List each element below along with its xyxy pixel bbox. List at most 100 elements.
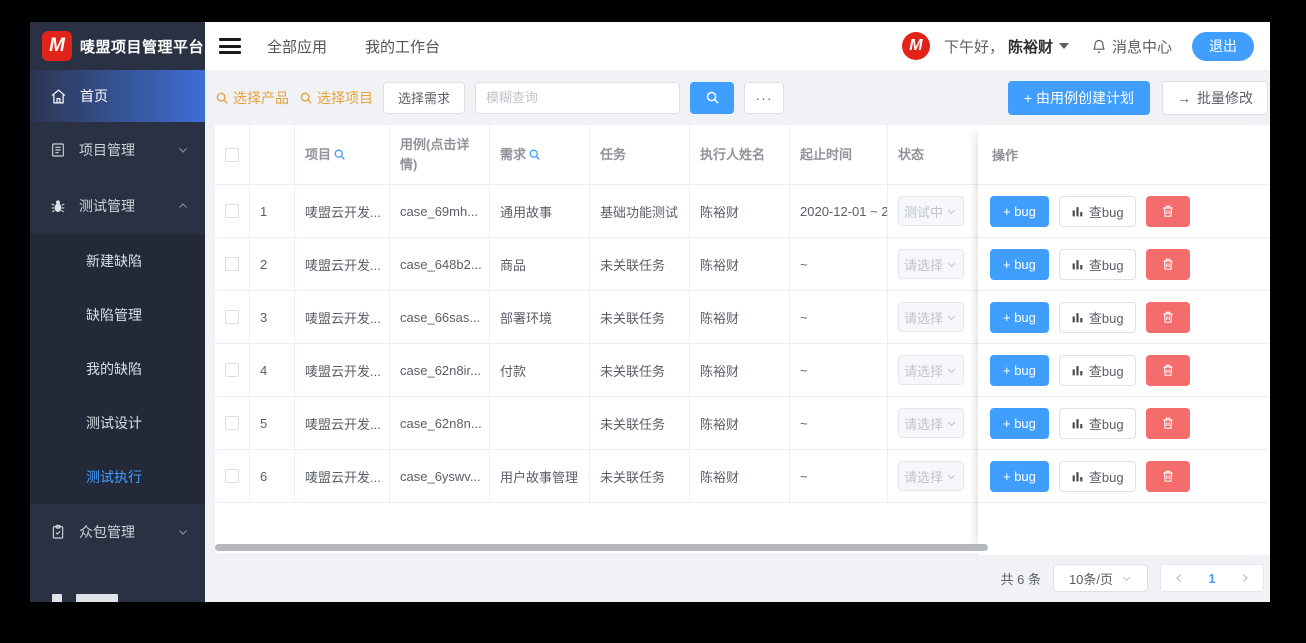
select-product-link[interactable]: 选择产品 — [215, 88, 289, 108]
row-index: 4 — [250, 344, 295, 396]
status-select[interactable]: 请选择 — [898, 461, 964, 491]
search-icon[interactable] — [333, 148, 346, 161]
status-select[interactable]: 请选择 — [898, 408, 964, 438]
row-checkbox[interactable] — [225, 469, 239, 483]
add-bug-button[interactable]: + bug — [990, 354, 1049, 386]
status-select[interactable]: 请选择 — [898, 302, 964, 332]
page-number[interactable]: 1 — [1208, 571, 1215, 586]
pager: 1 — [1160, 564, 1264, 592]
select-all-checkbox[interactable] — [225, 147, 239, 162]
trash-icon — [1162, 258, 1173, 270]
status-select[interactable]: 测试中 — [898, 196, 964, 226]
delete-button[interactable] — [1145, 354, 1190, 386]
select-project-link[interactable]: 选择项目 — [299, 88, 373, 108]
search-icon[interactable] — [528, 148, 541, 161]
row-checkbox[interactable] — [225, 204, 239, 218]
chevron-left-icon — [1175, 574, 1181, 582]
delete-button[interactable] — [1145, 301, 1190, 333]
usecase-cell[interactable]: case_69mh... — [390, 185, 490, 237]
status-select[interactable]: 请选择 — [898, 355, 964, 385]
usecase-cell[interactable]: case_6yswv... — [390, 450, 490, 502]
sidebar-item-defect-mgmt[interactable]: 缺陷管理 — [30, 288, 205, 342]
usecase-header: 用例(点击详情) — [390, 125, 490, 184]
view-bug-button[interactable]: 查bug — [1058, 248, 1136, 280]
sidebar-item-partial[interactable] — [30, 594, 205, 602]
sidebar-item-crowd-mgmt[interactable]: 众包管理 — [30, 504, 205, 560]
add-bug-button[interactable]: + bug — [990, 301, 1049, 333]
view-bug-button[interactable]: 查bug — [1058, 460, 1136, 492]
sidebar-item-label: 项目管理 — [79, 142, 135, 158]
header: M 唛盟项目管理平台 全部应用 我的工作台 M 下午好， 陈裕财 消息中心 退出 — [30, 22, 1270, 70]
add-bug-button[interactable]: + bug — [990, 460, 1049, 492]
index-header — [250, 125, 295, 184]
row-checkbox[interactable] — [225, 310, 239, 324]
sidebar-item-new-defect[interactable]: 新建缺陷 — [30, 234, 205, 288]
usecase-cell[interactable]: case_648b2... — [390, 238, 490, 290]
sidebar-item-project-mgmt[interactable]: 项目管理 — [30, 122, 205, 178]
requirement-cell — [490, 397, 590, 449]
view-bug-button[interactable]: 查bug — [1058, 195, 1136, 227]
page-size-select[interactable]: 10条/页 — [1053, 564, 1148, 592]
view-bug-label: 查bug — [1088, 257, 1124, 273]
project-cell: 唛盟云开发... — [295, 450, 390, 502]
add-bug-button[interactable]: + bug — [990, 195, 1049, 227]
create-plan-button[interactable]: + 由用例创建计划 — [1007, 80, 1150, 115]
task-cell: 基础功能测试 — [590, 185, 690, 237]
sidebar-item-test-mgmt[interactable]: 测试管理 — [30, 178, 205, 234]
row-checkbox[interactable] — [225, 257, 239, 271]
greeting-text: 下午好， — [943, 38, 1004, 56]
status-value: 请选择 — [904, 363, 944, 379]
prev-page-button[interactable] — [1173, 572, 1185, 584]
operations-row: + bug 查bug — [978, 397, 1270, 450]
page-size-value: 10条/页 — [1068, 571, 1114, 587]
caret-down-icon — [1058, 43, 1069, 49]
task-cell: 未关联任务 — [590, 344, 690, 396]
usecase-cell[interactable]: case_66sas... — [390, 291, 490, 343]
delete-button[interactable] — [1145, 460, 1190, 492]
trash-icon — [1162, 364, 1173, 376]
operations-row: + bug 查bug — [978, 450, 1270, 503]
pagination-bar: 共 6 条 10条/页 1 — [205, 555, 1270, 601]
user-name: 陈裕财 — [1007, 38, 1053, 56]
chevron-down-icon — [179, 148, 187, 153]
status-value: 请选择 — [904, 469, 944, 485]
view-bug-button[interactable]: 查bug — [1058, 301, 1136, 333]
usecase-cell[interactable]: case_62n8ir... — [390, 344, 490, 396]
usecase-cell[interactable]: case_62n8n... — [390, 397, 490, 449]
horizontal-scrollbar[interactable] — [215, 544, 988, 551]
user-greeting[interactable]: 下午好， 陈裕财 — [944, 36, 1069, 57]
view-bug-button[interactable]: 查bug — [1058, 354, 1136, 386]
filter-toolbar: 选择产品 选择项目 选择需求 ··· + 由用例创建计划 → 批量修改 — [205, 70, 1270, 125]
trash-icon — [1162, 470, 1173, 482]
project-cell: 唛盟云开发... — [295, 397, 390, 449]
sidebar-item-my-defects[interactable]: 我的缺陷 — [30, 342, 205, 396]
sidebar-item-home[interactable]: 首页 — [30, 70, 205, 122]
message-center[interactable]: 消息中心 — [1091, 36, 1172, 57]
sidebar-item-test-execution[interactable]: 测试执行 — [30, 450, 205, 504]
sidebar-item-test-design[interactable]: 测试设计 — [30, 396, 205, 450]
select-requirement-button[interactable]: 选择需求 — [383, 81, 466, 114]
fuzzy-search-input[interactable] — [475, 81, 681, 114]
row-checkbox[interactable] — [225, 416, 239, 430]
view-bug-label: 查bug — [1088, 363, 1124, 379]
brand-title: 唛盟项目管理平台 — [80, 38, 205, 56]
delete-button[interactable] — [1145, 407, 1190, 439]
batch-edit-button[interactable]: → 批量修改 — [1162, 80, 1268, 115]
delete-button[interactable] — [1145, 195, 1190, 227]
nav-my-workspace[interactable]: 我的工作台 — [365, 36, 440, 57]
more-filters-button[interactable]: ··· — [744, 81, 785, 114]
status-select[interactable]: 请选择 — [898, 249, 964, 279]
add-bug-button[interactable]: + bug — [990, 407, 1049, 439]
avatar[interactable]: M — [901, 32, 930, 60]
operations-row: + bug 查bug — [978, 344, 1270, 397]
next-page-button[interactable] — [1239, 572, 1251, 584]
row-checkbox[interactable] — [225, 363, 239, 377]
view-bug-button[interactable]: 查bug — [1058, 407, 1136, 439]
add-bug-button[interactable]: + bug — [990, 248, 1049, 280]
hamburger-icon[interactable] — [219, 38, 241, 54]
bar-chart-icon — [1072, 206, 1083, 216]
nav-all-apps[interactable]: 全部应用 — [267, 36, 327, 57]
search-button[interactable] — [690, 81, 735, 114]
logout-button[interactable]: 退出 — [1192, 31, 1254, 61]
delete-button[interactable] — [1145, 248, 1190, 280]
